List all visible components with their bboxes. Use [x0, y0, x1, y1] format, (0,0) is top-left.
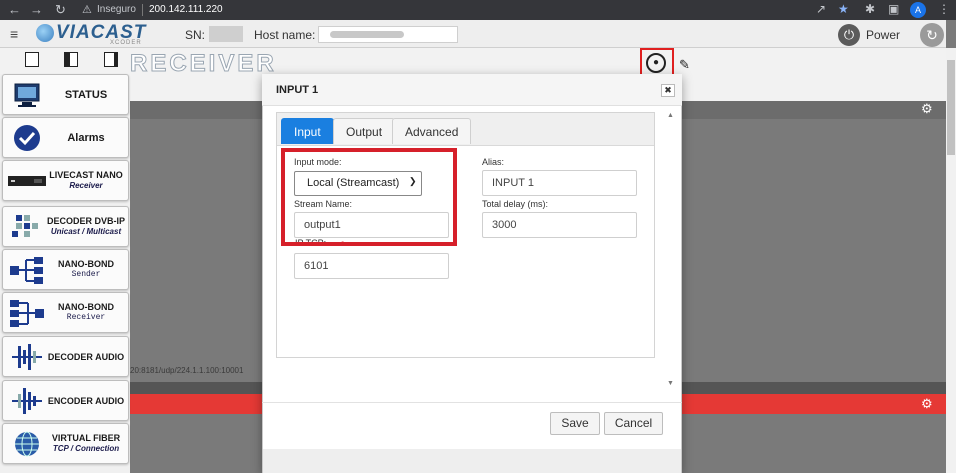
- sidebar-item-label: Alarms: [67, 132, 105, 144]
- sidebar: STATUS Alarms LIVECAST NANO Receiver DEC…: [0, 74, 130, 473]
- sidebar-item-sublabel: Receiver: [66, 313, 106, 322]
- reload-icon[interactable]: ↻: [55, 2, 66, 18]
- sidebar-item-alarms[interactable]: Alarms: [2, 117, 129, 158]
- host-name-label: Host name:: [254, 28, 316, 42]
- alias-label: Alias:: [482, 157, 505, 167]
- alias-field[interactable]: INPUT 1: [482, 170, 637, 196]
- side-panel-icon[interactable]: ▣: [888, 2, 899, 16]
- sidebar-item-sublabel: Sender: [71, 270, 101, 279]
- sidebar-item-nano-bond-sender[interactable]: NANO-BOND Sender: [2, 249, 129, 290]
- logo-subtext: XCODER: [110, 40, 142, 46]
- kebab-menu-icon[interactable]: ⋮: [938, 2, 950, 16]
- sidebar-item-label: LIVECAST NANO: [49, 170, 123, 180]
- power-label[interactable]: Power: [866, 28, 900, 42]
- back-icon[interactable]: ←: [8, 2, 21, 17]
- sidebar-item-decoder-audio[interactable]: DECODER AUDIO: [2, 336, 129, 377]
- highlight-box-input-mode: [281, 148, 457, 246]
- layout-switcher: [0, 52, 130, 72]
- target-settings-icon[interactable]: ●: [646, 53, 666, 73]
- receiver-box-icon: [8, 176, 46, 186]
- stream-url-text: 20:8181/udp/224.1.1.100:10001: [130, 366, 244, 375]
- gear-icon[interactable]: ⚙: [921, 101, 933, 117]
- sidebar-item-status[interactable]: STATUS: [2, 74, 129, 115]
- sidebar-item-sublabel: Receiver: [69, 181, 103, 190]
- network-grid-icon: [12, 215, 38, 237]
- page-title: RECEIVER: [130, 50, 277, 78]
- bonding-tree-icon: [10, 300, 44, 327]
- sidebar-item-decoder-dvb-ip[interactable]: DECODER DVB-IP Unicast / Multicast: [2, 206, 129, 247]
- share-icon[interactable]: ↗: [816, 2, 826, 16]
- browser-toolbar: ← → ↻ ⚠ Inseguro 200.142.111.220 ↗ ★ ✱ ▣…: [0, 0, 956, 20]
- viacast-logo: VIACAST XCODER: [36, 22, 146, 46]
- menu-icon[interactable]: ≡: [10, 26, 18, 42]
- dialog-header: [262, 74, 682, 106]
- dialog-title: INPUT 1: [276, 84, 319, 96]
- host-name-redacted: [330, 31, 404, 38]
- sidebar-item-sublabel: TCP / Connection: [52, 444, 120, 453]
- cancel-button[interactable]: Cancel: [604, 412, 663, 435]
- sidebar-item-label: VIRTUAL FIBER: [51, 433, 121, 443]
- globe-icon: [15, 431, 39, 457]
- total-delay-label: Total delay (ms):: [482, 199, 549, 209]
- sidebar-item-livecast-nano[interactable]: LIVECAST NANO Receiver: [2, 160, 129, 201]
- insecure-label[interactable]: Inseguro: [97, 4, 136, 15]
- sidebar-item-encoder-audio[interactable]: ENCODER AUDIO: [2, 380, 129, 421]
- warning-icon: ⚠: [82, 4, 92, 16]
- extensions-icon[interactable]: ✱: [865, 2, 875, 16]
- sidebar-item-label: ENCODER AUDIO: [47, 396, 125, 406]
- sidebar-item-label: DECODER AUDIO: [47, 352, 125, 362]
- audio-wave-icon: [12, 388, 42, 414]
- dialog-bottom-band: [263, 449, 681, 473]
- edit-icon[interactable]: ✎: [679, 57, 690, 73]
- url-separator: [142, 4, 143, 16]
- total-delay-field[interactable]: 3000: [482, 212, 637, 238]
- close-icon[interactable]: ✖: [661, 84, 675, 97]
- page-scrollbar-thumb[interactable]: [947, 60, 955, 155]
- sidebar-item-label: STATUS: [64, 89, 108, 101]
- tab-advanced[interactable]: Advanced: [392, 118, 472, 144]
- address-bar[interactable]: 200.142.111.220: [149, 4, 223, 15]
- profile-avatar[interactable]: A: [910, 2, 926, 18]
- forward-icon[interactable]: →: [30, 2, 43, 17]
- dialog-footer-divider: [262, 402, 682, 403]
- ip-port-field[interactable]: 6101: [294, 253, 449, 279]
- sidebar-item-sublabel: Unicast / Multicast: [50, 227, 122, 236]
- save-button[interactable]: Save: [550, 412, 600, 435]
- scroll-up-icon[interactable]: ▲: [667, 112, 674, 119]
- sidebar-item-virtual-fiber[interactable]: VIRTUAL FIBER TCP / Connection: [2, 423, 129, 464]
- tab-input[interactable]: Input: [281, 118, 334, 144]
- sidebar-item-label: NANO-BOND: [58, 259, 114, 269]
- check-circle-icon: [14, 125, 40, 151]
- tab-output[interactable]: Output: [333, 118, 396, 144]
- sn-label: SN:: [185, 28, 206, 42]
- logo-mark-icon: [36, 24, 54, 42]
- layout-single-icon[interactable]: [25, 52, 39, 67]
- sn-value-redacted: [209, 26, 243, 42]
- bookmark-star-icon[interactable]: ★: [838, 2, 849, 16]
- monitor-icon: [14, 83, 40, 107]
- audio-wave-icon: [12, 344, 42, 370]
- layout-split-icon[interactable]: [64, 52, 78, 67]
- gear-icon[interactable]: ⚙: [921, 396, 933, 412]
- layout-sidebar-icon[interactable]: [104, 52, 118, 67]
- refresh-icon[interactable]: ↻: [920, 23, 944, 47]
- sidebar-item-label: DECODER DVB-IP: [47, 216, 126, 226]
- scroll-down-icon[interactable]: ▼: [667, 380, 674, 387]
- bonding-tree-icon: [10, 257, 43, 284]
- dialog-scrollbar[interactable]: ▲ ▼: [665, 112, 677, 392]
- sidebar-item-nano-bond-receiver[interactable]: NANO-BOND Receiver: [2, 292, 129, 333]
- power-icon[interactable]: ⏻: [838, 24, 860, 46]
- sidebar-item-label: NANO-BOND: [58, 302, 114, 312]
